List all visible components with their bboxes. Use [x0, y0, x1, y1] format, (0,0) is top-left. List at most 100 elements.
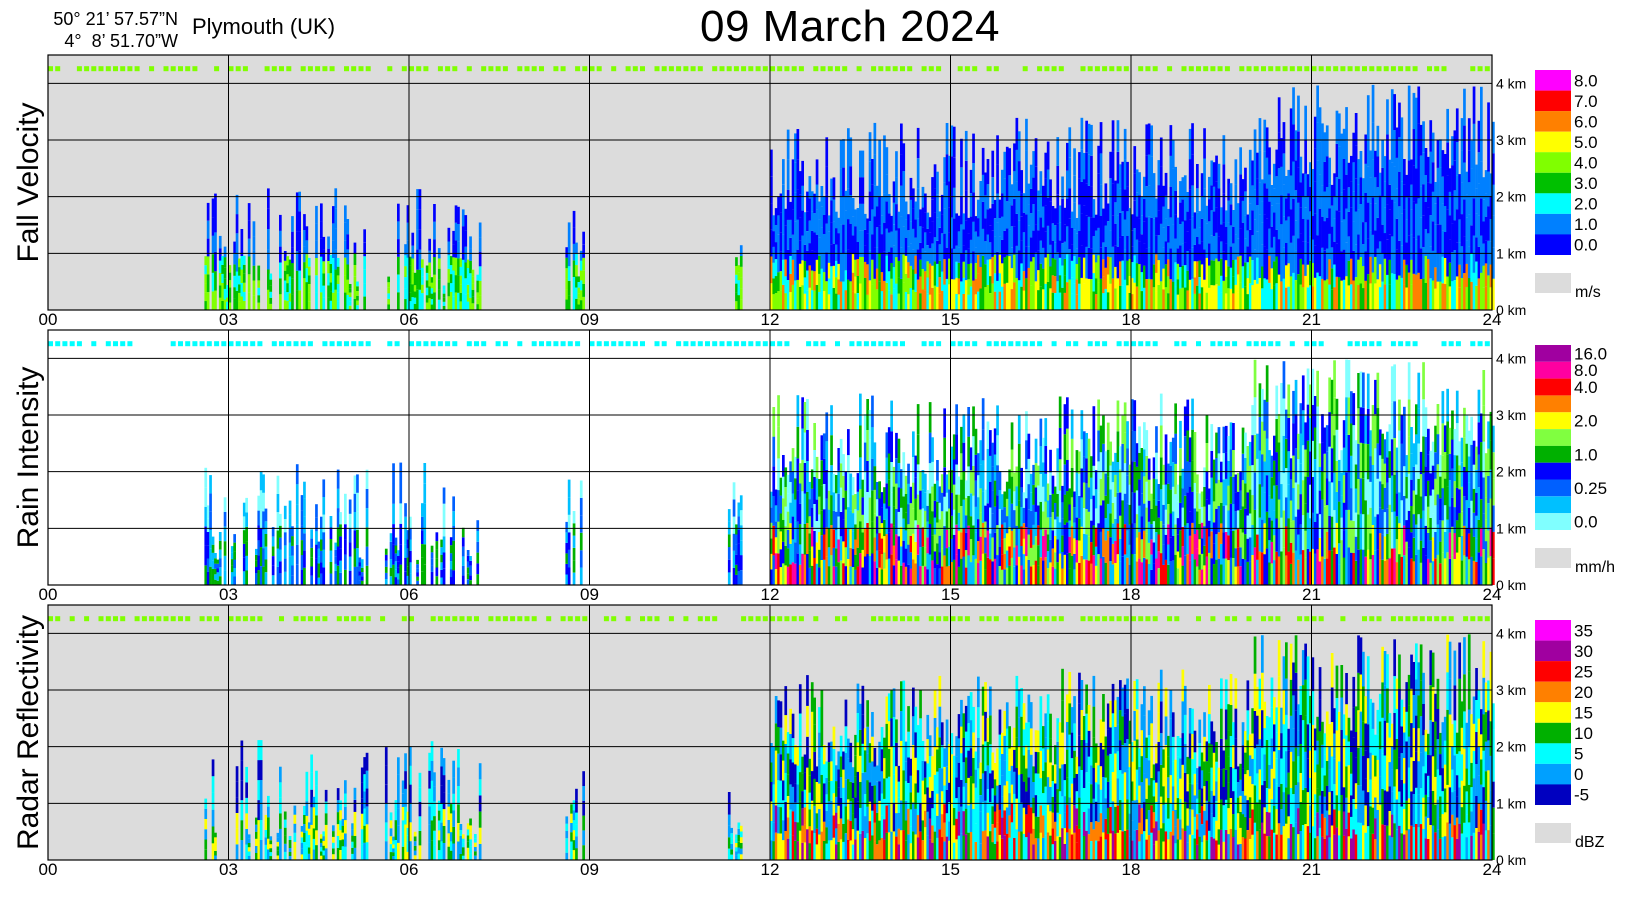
heatmap-cell [1378, 264, 1382, 288]
heatmap-cell [1294, 448, 1298, 483]
heatmap-cell [1070, 409, 1074, 439]
heatmap-cell [1386, 274, 1389, 310]
heatmap-cell [907, 463, 910, 484]
heatmap-cell [242, 291, 246, 301]
heatmap-cell [986, 503, 990, 531]
heatmap-cell [1015, 565, 1019, 585]
heatmap-cell [1061, 485, 1064, 503]
heatmap-cell [928, 232, 932, 249]
heatmap-cell [1354, 113, 1358, 146]
heatmap-cell [315, 292, 318, 310]
heatmap-cell [1075, 279, 1079, 295]
heatmap-cell [1412, 129, 1416, 166]
heatmap-cell [902, 143, 906, 172]
heatmap-cell [1443, 258, 1447, 284]
heatmap-cell [461, 276, 465, 294]
heatmap-cell [837, 279, 841, 295]
heatmap-cell [1114, 288, 1117, 310]
heatmap-cell [298, 211, 301, 232]
heatmap-cell [847, 559, 850, 585]
heatmap-cell [921, 470, 925, 490]
heatmap-cell [1318, 561, 1322, 585]
heatmap-cell [1282, 278, 1286, 310]
status-strip-mark [98, 66, 104, 72]
heatmap-cell [1020, 170, 1023, 194]
heatmap-cell [279, 561, 282, 574]
heatmap-cell [1143, 476, 1146, 504]
heatmap-cell [931, 177, 934, 200]
status-strip-mark [1369, 341, 1375, 347]
heatmap-cell [1179, 530, 1182, 558]
heatmap-cell [815, 542, 819, 564]
heatmap-cell [1058, 292, 1062, 310]
heatmap-cell [279, 294, 282, 310]
heatmap-cell [459, 292, 463, 302]
heatmap-cell [1183, 555, 1187, 585]
heatmap-cell [214, 832, 217, 838]
heatmap-cell [1051, 566, 1055, 585]
heatmap-cell [1316, 513, 1319, 550]
heatmap-cell [1244, 238, 1247, 263]
heatmap-cell [1157, 210, 1161, 236]
heatmap-cell [1364, 500, 1368, 529]
heatmap-cell [1075, 540, 1079, 563]
heatmap-cell [1121, 186, 1125, 212]
heatmap-cell [1212, 285, 1216, 310]
heatmap-cell [1280, 484, 1283, 518]
heatmap-cell [291, 216, 294, 232]
heatmap-cell [1246, 294, 1250, 310]
heatmap-cell [1176, 233, 1180, 249]
heatmap-cell [1270, 455, 1274, 478]
heatmap-cell [1212, 236, 1216, 261]
heatmap-cell [1289, 209, 1293, 243]
heatmap-cell [242, 502, 246, 517]
heatmap-cell [1143, 265, 1146, 288]
heatmap-cell [1350, 207, 1353, 233]
heatmap-cell [895, 151, 898, 178]
heatmap-cell [1224, 293, 1228, 310]
heatmap-cell [810, 507, 814, 528]
heatmap-cell [1106, 530, 1110, 558]
heatmap-cell [216, 563, 220, 568]
heatmap-cell [1277, 414, 1281, 443]
heatmap-cell [1015, 486, 1019, 506]
heatmap-cell [919, 209, 922, 227]
heatmap-cell [1321, 556, 1324, 585]
heatmap-cell [1475, 213, 1478, 238]
heatmap-cell [900, 216, 903, 248]
heatmap-cell [825, 441, 829, 470]
heatmap-cell [1323, 480, 1327, 507]
heatmap-cell [1090, 499, 1093, 521]
heatmap-cell [1039, 474, 1043, 502]
heatmap-cell [1104, 540, 1108, 563]
heatmap-cell [926, 569, 930, 585]
heatmap-cell [1251, 495, 1254, 525]
heatmap-cell [969, 447, 973, 471]
heatmap-cell [1176, 484, 1180, 502]
heatmap-cell [727, 534, 731, 548]
heatmap-cell [1229, 530, 1233, 558]
heatmap-cell [815, 234, 819, 260]
heatmap-cell [1061, 518, 1064, 536]
heatmap-cell [1340, 495, 1344, 518]
heatmap-cell [238, 292, 241, 302]
heatmap-cell [936, 240, 939, 264]
heatmap-cell [442, 285, 446, 290]
legend-swatch [1535, 412, 1571, 430]
heatmap-cell [1155, 254, 1158, 273]
heatmap-cell [1458, 465, 1461, 490]
heatmap-cell [993, 532, 997, 559]
heatmap-cell [1183, 175, 1187, 198]
heatmap-cell [1285, 409, 1288, 439]
heatmap-cell [1013, 491, 1016, 511]
heatmap-cell [238, 301, 241, 310]
heatmap-cell [1335, 554, 1339, 585]
heatmap-cell [1119, 188, 1122, 213]
y-tick-label: 4 km [1496, 75, 1526, 91]
heatmap-cell [830, 266, 833, 289]
heatmap-cell [317, 556, 321, 564]
heatmap-cell [259, 471, 263, 491]
heatmap-cell [1275, 283, 1279, 310]
heatmap-cell [1027, 509, 1031, 535]
heatmap-cell [1253, 359, 1257, 398]
